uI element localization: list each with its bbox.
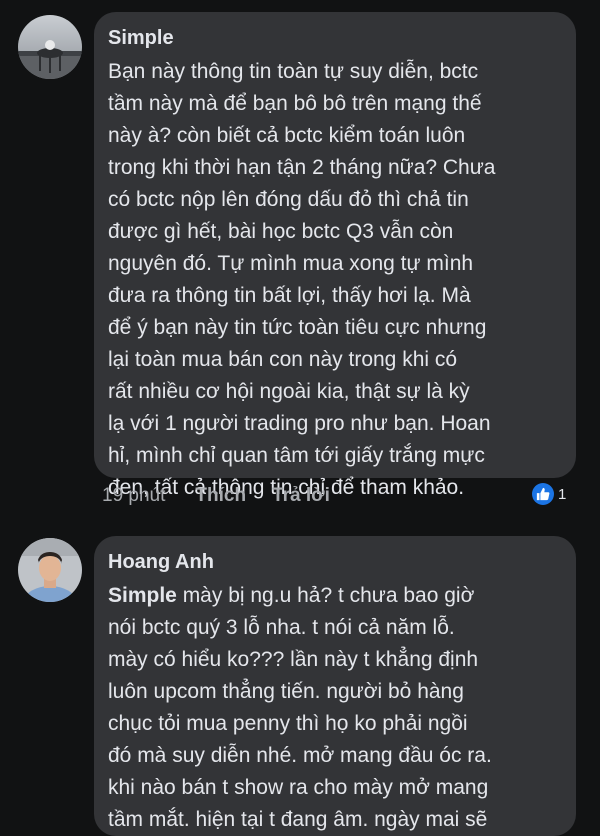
thumbs-up-icon <box>532 483 554 505</box>
comment-bubble: Simple Bạn này thông tin toàn tự suy diễ… <box>94 12 576 499</box>
comment-bubble: Hoang Anh Simple mày bị ng.u hả? t chưa … <box>94 536 576 836</box>
reaction-summary[interactable]: 1 <box>532 483 566 505</box>
reaction-count: 1 <box>558 485 567 503</box>
avatar-photo <box>18 538 82 602</box>
reply-button[interactable]: Trả lời <box>272 485 330 507</box>
comment-author[interactable]: Hoang Anh <box>108 548 558 576</box>
like-button[interactable]: Thích <box>195 485 246 507</box>
comment-time: 19 phút <box>102 485 166 506</box>
comment-text: Simple mày bị ng.u hả? t chưa bao giờ nó… <box>108 580 558 836</box>
comment-text: Bạn này thông tin toàn tự suy diễn, bctc… <box>108 60 496 499</box>
comment-actions: 19 phút Thích Trả lời <box>102 482 356 510</box>
avatar[interactable] <box>18 538 82 602</box>
comment-author[interactable]: Simple <box>108 24 558 52</box>
comment-text-content: mày bị ng.u hả? t chưa bao giờ nói bctc … <box>108 584 492 831</box>
comment-item: Hoang Anh Simple mày bị ng.u hả? t chưa … <box>0 520 600 836</box>
comment-item: Simple Bạn này thông tin toàn tự suy diễ… <box>0 0 600 520</box>
mention-tag[interactable]: Simple <box>108 584 177 607</box>
avatar[interactable] <box>18 15 82 79</box>
avatar-photo <box>18 15 82 79</box>
